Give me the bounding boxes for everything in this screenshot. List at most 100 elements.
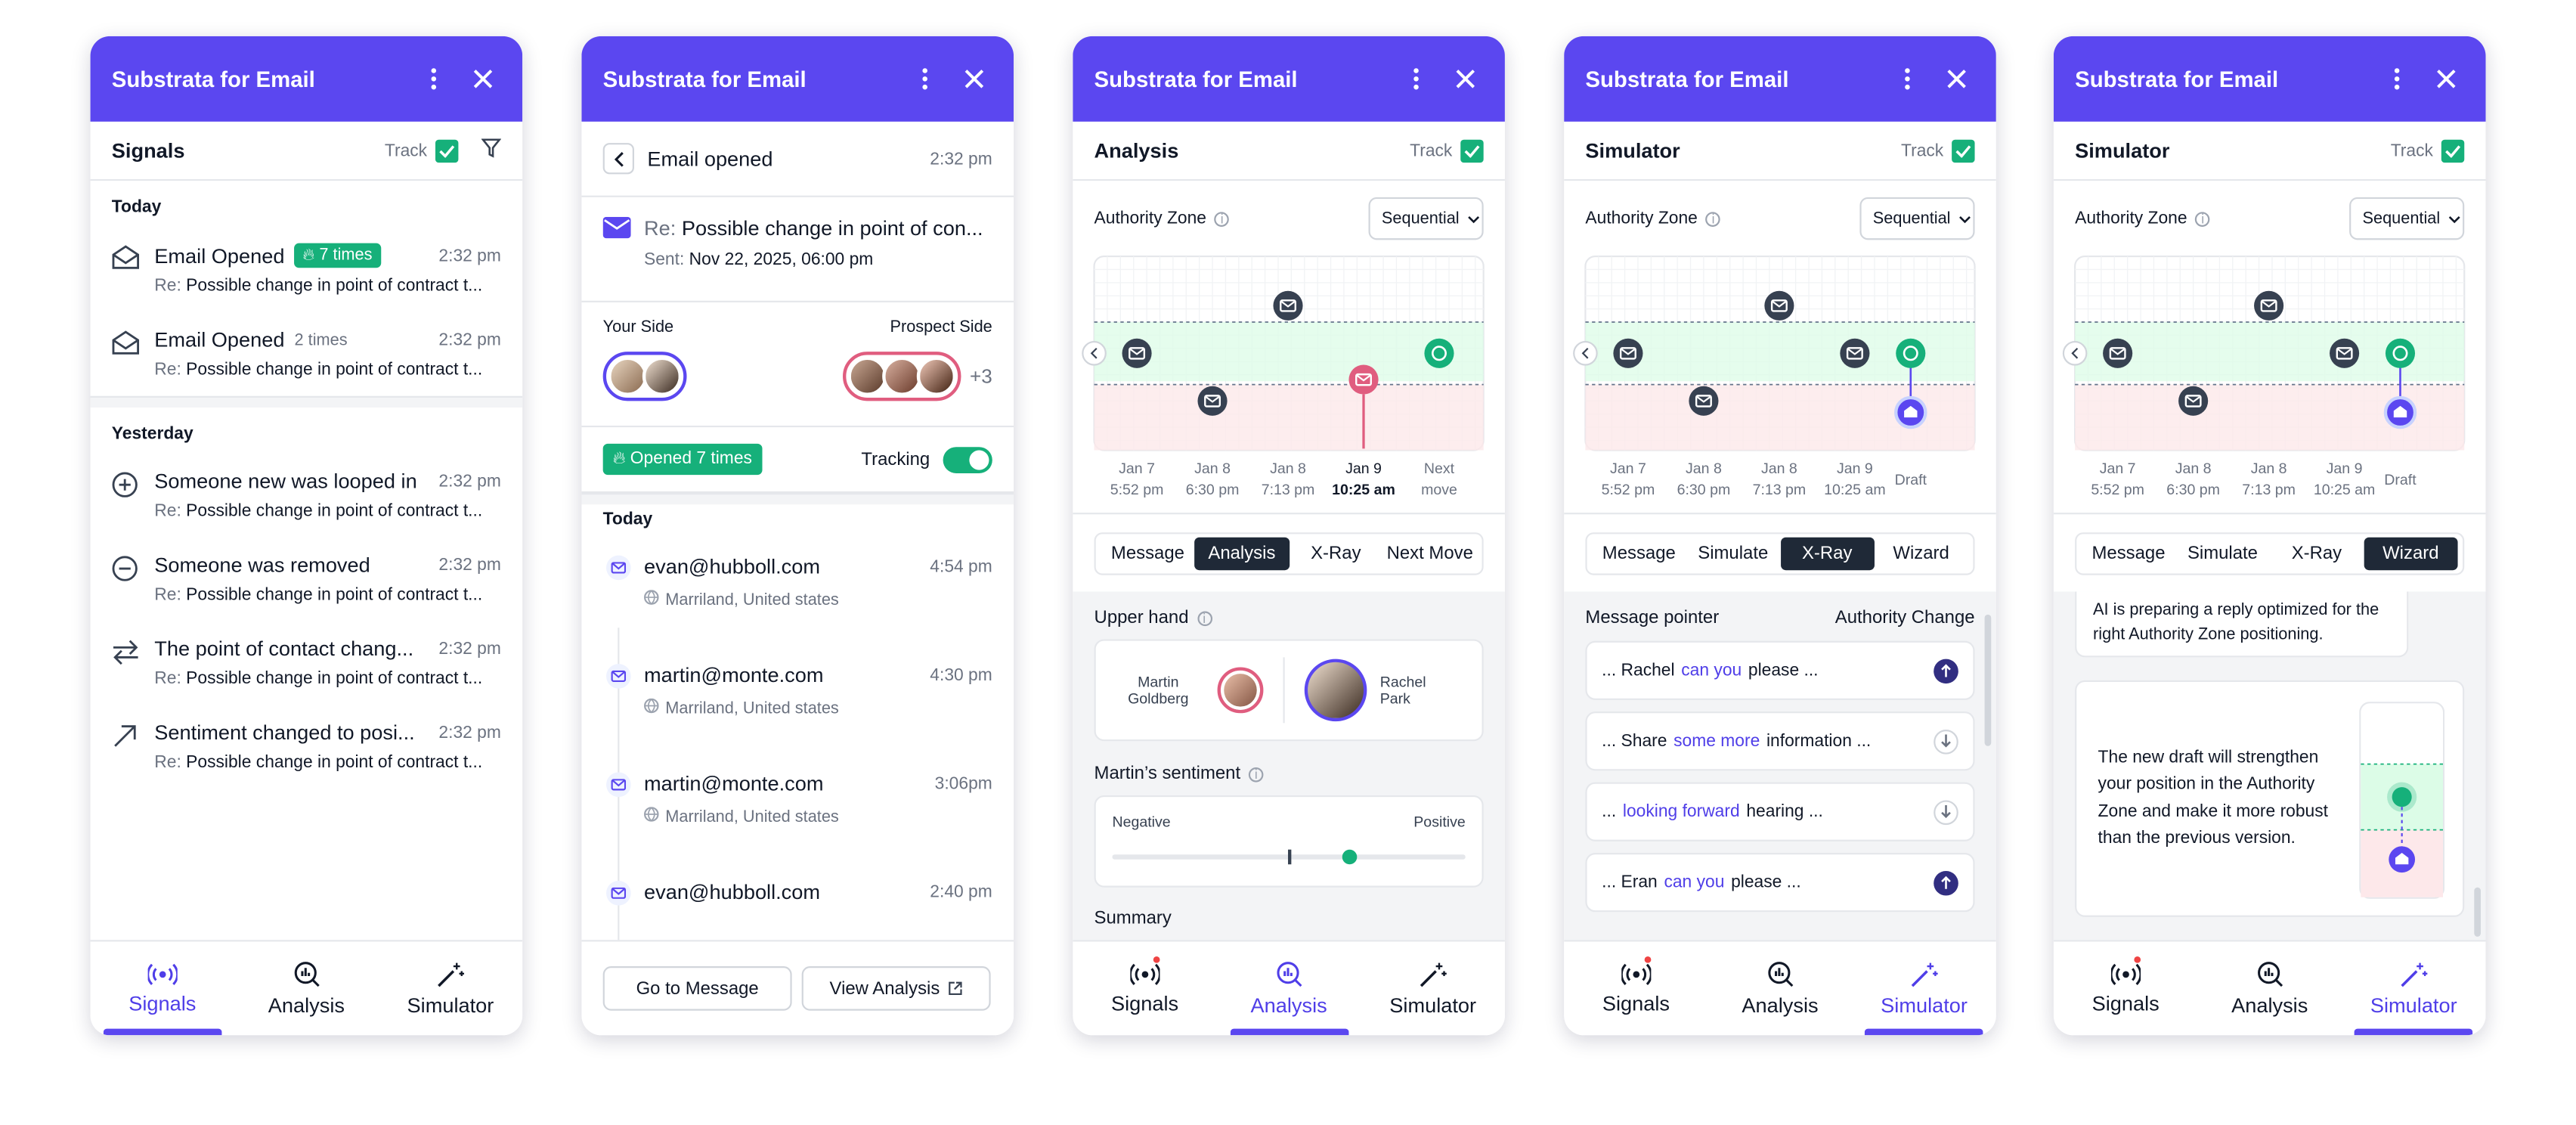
email-marker[interactable] [2330, 338, 2360, 368]
email-marker[interactable] [1348, 364, 1379, 395]
email-marker[interactable] [1689, 386, 1719, 416]
more-icon[interactable] [1398, 60, 1435, 97]
open-event[interactable]: evan@hubboll.com 4:54 pm Marriland, United… [581, 539, 1014, 647]
minus-circle-icon [112, 553, 141, 604]
tab-message[interactable]: Message [2082, 538, 2175, 570]
sequence-dropdown[interactable]: Sequential [2349, 197, 2465, 240]
close-icon[interactable] [465, 60, 501, 97]
tab-simulate[interactable]: Simulate [2175, 538, 2269, 570]
view-analysis-button[interactable]: View Analysis [801, 966, 991, 1011]
email-marker[interactable] [1764, 290, 1794, 321]
nav-signals[interactable]: Signals [1564, 941, 1708, 1035]
list-item[interactable]: Email Opened 2 times 2:32 pm Re: Possible … [91, 312, 523, 396]
bottom-nav: Signals Analysis Simulator [90, 940, 523, 1036]
check-icon[interactable] [1460, 138, 1484, 163]
email-marker[interactable] [1122, 338, 1152, 368]
email-marker[interactable] [2254, 290, 2284, 321]
list-item[interactable]: Email Opened 🔥︎ 7 times 2:32 pm Re: Possib… [91, 227, 523, 312]
scroll-left-button[interactable] [1082, 341, 1107, 366]
nav-simulator[interactable]: Simulator [1852, 941, 1996, 1036]
signals-panel: Substrata for Email Signals Track Today … [90, 36, 523, 1036]
close-icon[interactable] [956, 60, 992, 97]
filter-icon[interactable] [481, 138, 502, 163]
track-label: Track [1410, 140, 1453, 160]
sequence-dropdown[interactable]: Sequential [1368, 197, 1484, 240]
check-icon[interactable] [1952, 138, 1975, 163]
tab-x-ray[interactable]: X-Ray [2270, 538, 2364, 570]
nav-analysis[interactable]: Analysis [1217, 941, 1361, 1036]
track-toggle[interactable]: Track [385, 138, 459, 163]
pointer-row[interactable]: ... Share some more information ... [1585, 711, 1975, 771]
track-toggle[interactable]: Track [1410, 138, 1484, 163]
draft-icon[interactable] [2383, 395, 2417, 429]
tracking-toggle[interactable] [943, 446, 992, 473]
pointer-highlight: looking forward [1622, 801, 1740, 822]
open-event[interactable]: martin@monte.com 3:06pm Marriland, United … [581, 756, 1014, 864]
scrollbar[interactable] [2474, 887, 2481, 937]
target-icon[interactable] [2385, 338, 2416, 368]
header: Substrata for Email [1564, 36, 1996, 122]
scroll-left-button[interactable] [1573, 341, 1598, 366]
authority-zone-chart: Jan 7 5:52 pm Jan 8 6:30 pm Jan 8 7:13 pm Jan … [2062, 255, 2466, 498]
track-toggle[interactable]: Track [2391, 138, 2465, 163]
close-icon[interactable] [1939, 60, 1975, 97]
nav-simulator[interactable]: Simulator [2342, 941, 2486, 1036]
nav-simulator[interactable]: Simulator [1361, 941, 1505, 1035]
tab-next-move[interactable]: Next Move [1383, 538, 1477, 570]
header: Substrata for Email [2053, 36, 2486, 122]
nav-analysis[interactable]: Analysis [2197, 941, 2342, 1035]
email-marker[interactable] [1840, 338, 1870, 368]
nav-analysis[interactable]: Analysis [1708, 941, 1853, 1035]
tab-simulate[interactable]: Simulate [1686, 538, 1780, 570]
tab-x-ray[interactable]: X-Ray [1779, 537, 1875, 571]
list-item[interactable]: Someone new was looped in 2:32 pm Re: Pos… [91, 454, 523, 538]
close-icon[interactable] [2428, 60, 2464, 97]
email-marker[interactable] [1197, 386, 1228, 416]
track-toggle[interactable]: Track [1901, 138, 1975, 163]
back-button[interactable] [602, 143, 634, 175]
list-item[interactable]: Someone was removed 2:32 pm Re: Possible … [91, 538, 523, 621]
draft-icon[interactable] [1894, 395, 1927, 429]
tab-wizard[interactable]: Wizard [2364, 537, 2458, 571]
xray-content: Message pointer Authority Change ... Rach… [1564, 591, 1996, 941]
nav-signals[interactable]: Signals [1073, 941, 1217, 1035]
target-icon[interactable] [1424, 338, 1454, 368]
nav-signals[interactable]: Signals [2054, 941, 2198, 1035]
more-icon[interactable] [416, 60, 452, 97]
scrollbar[interactable] [1984, 614, 1992, 746]
list-item[interactable]: The point of contact chang... 2:32 pm Re:… [91, 621, 523, 705]
tab-x-ray[interactable]: X-Ray [1289, 538, 1382, 570]
email-marker[interactable] [1613, 338, 1643, 368]
close-icon[interactable] [1447, 60, 1484, 97]
sequence-dropdown[interactable]: Sequential [1859, 197, 1975, 240]
tab-analysis[interactable]: Analysis [1194, 537, 1290, 571]
more-icon[interactable] [1890, 60, 1926, 97]
check-icon[interactable] [2441, 138, 2465, 163]
tab-message[interactable]: Message [1592, 538, 1686, 570]
open-time: 4:30 pm [930, 665, 992, 686]
nav-signals[interactable]: Signals [91, 941, 235, 1036]
tab-message[interactable]: Message [1101, 538, 1194, 570]
tab-wizard[interactable]: Wizard [1874, 538, 1968, 570]
more-icon[interactable] [2379, 60, 2415, 97]
analysis-icon [1767, 961, 1793, 987]
item-time: 2:32 pm [438, 723, 501, 743]
scroll-left-button[interactable] [2062, 341, 2088, 366]
globe-icon [644, 807, 659, 826]
email-marker[interactable] [1273, 290, 1303, 321]
opened-badge: 🔥︎ Opened 7 times [602, 443, 762, 476]
nav-analysis[interactable]: Analysis [234, 941, 379, 1035]
check-icon[interactable] [435, 138, 459, 163]
more-icon[interactable] [907, 60, 943, 97]
pointer-row[interactable]: ... Rachel can you please ... [1585, 640, 1975, 700]
target-icon[interactable] [1896, 338, 1926, 368]
go-to-message-button[interactable]: Go to Message [602, 966, 792, 1011]
email-marker[interactable] [2178, 386, 2209, 416]
pointer-row[interactable]: ... looking forward hearing ... [1585, 782, 1975, 841]
open-event[interactable]: martin@monte.com 4:30 pm Marriland, United… [581, 647, 1014, 755]
pointer-row[interactable]: ... Eran can you please ... [1585, 853, 1975, 913]
list-item[interactable]: Sentiment changed to posi... 2:32 pm Re: … [91, 705, 523, 789]
sentiment-card: Negative Positive [1094, 795, 1484, 888]
email-marker[interactable] [2103, 338, 2133, 368]
nav-simulator[interactable]: Simulator [379, 941, 523, 1035]
